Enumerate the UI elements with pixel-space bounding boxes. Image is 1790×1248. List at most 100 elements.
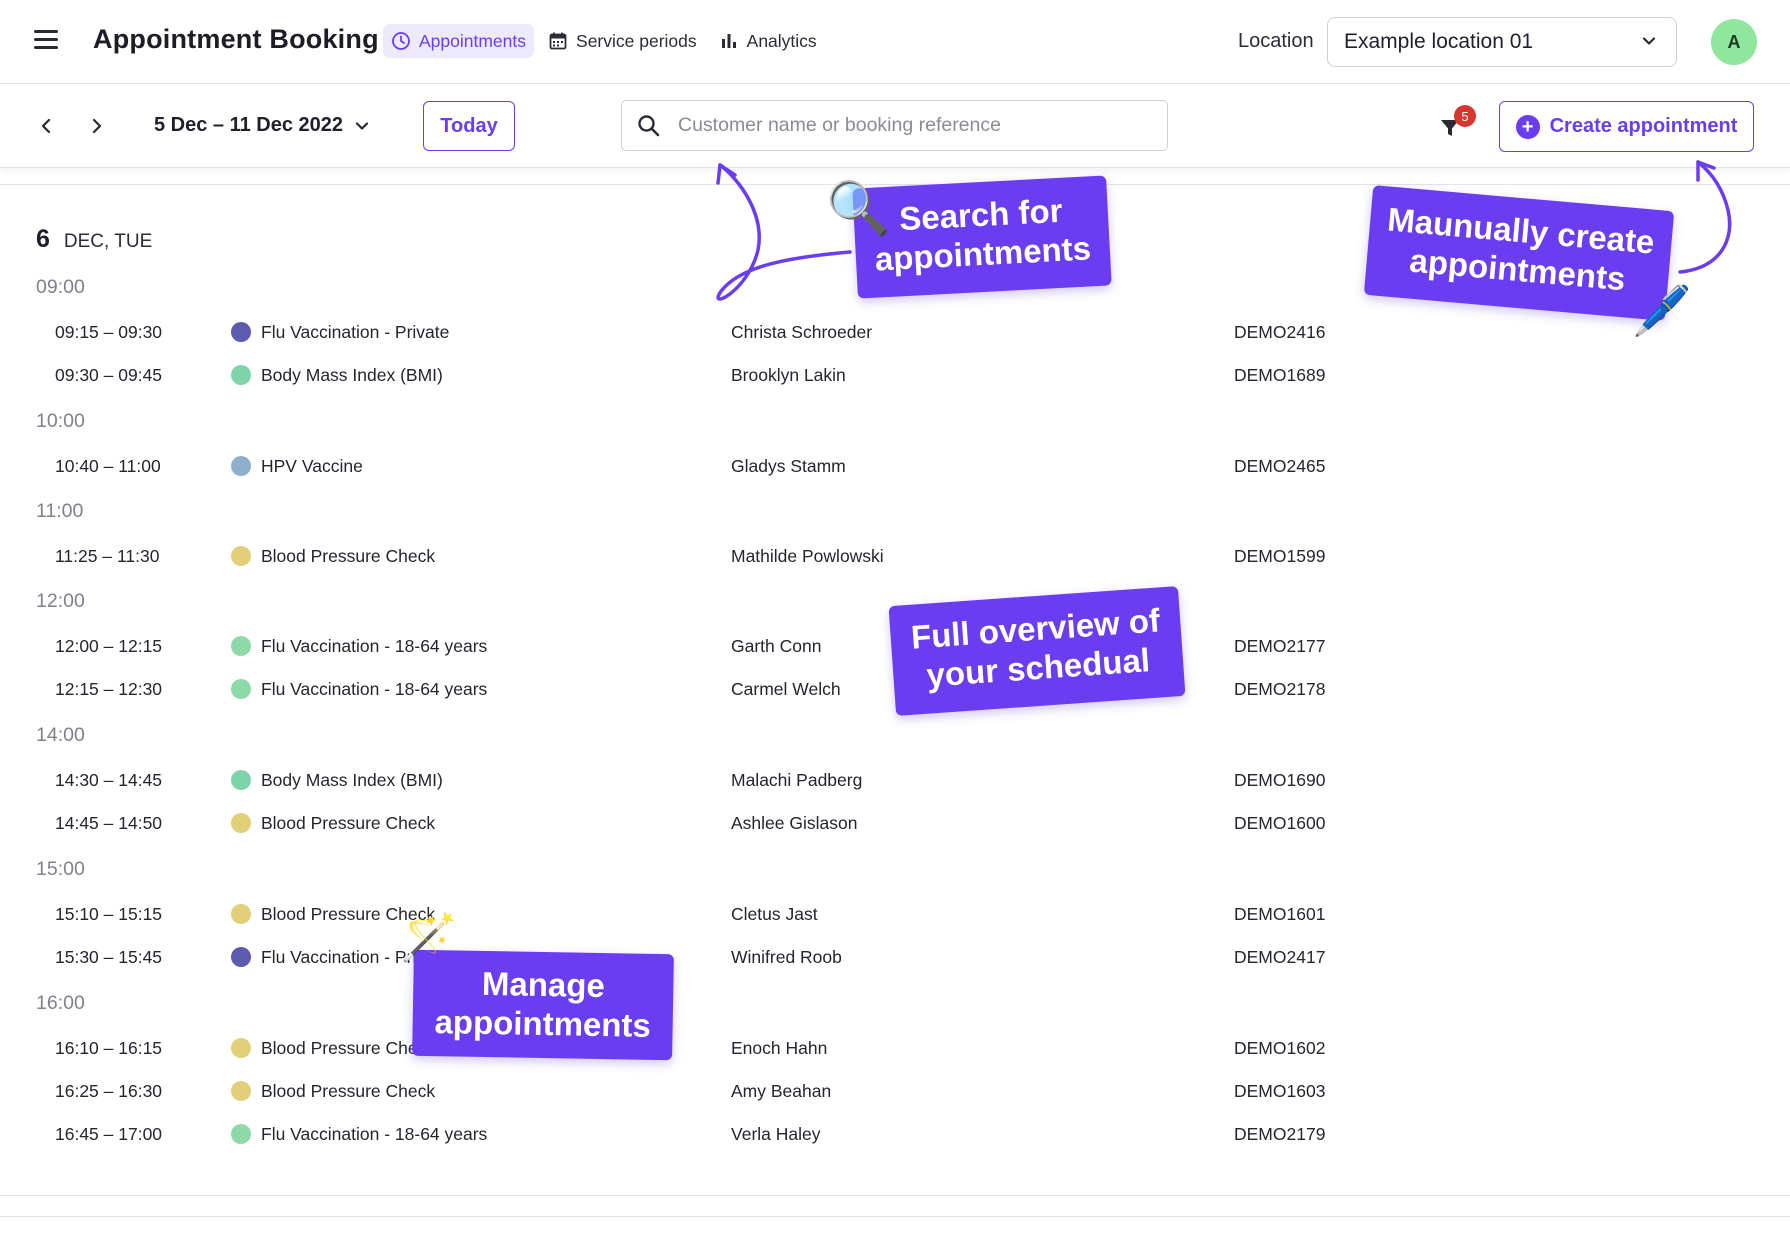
booking-reference: DEMO1603 bbox=[1234, 1080, 1326, 1101]
location-value: Example location 01 bbox=[1344, 30, 1534, 53]
appointment-service: Blood Pressure Check bbox=[231, 1038, 435, 1059]
service-color-dot bbox=[231, 770, 251, 790]
service-name: Blood Pressure Check bbox=[261, 812, 436, 833]
appointment-row[interactable]: 09:30 – 09:45 Body Mass Index (BMI) Brookl… bbox=[0, 357, 1790, 393]
divider bbox=[0, 1195, 1790, 1196]
date-range-picker[interactable]: 5 Dec – 11 Dec 2022 bbox=[154, 114, 371, 137]
customer-name: Cletus Jast bbox=[731, 903, 818, 924]
appointment-service: Flu Vaccination - 18-64 years bbox=[231, 1124, 487, 1145]
service-color-dot bbox=[231, 1038, 251, 1058]
clock-icon bbox=[392, 32, 410, 50]
appointment-row[interactable]: 10:40 – 11:00 HPV Vaccine Gladys Stamm DEMO… bbox=[0, 448, 1790, 484]
filter-button[interactable]: 5 bbox=[1439, 105, 1476, 141]
chevron-down-icon bbox=[355, 121, 369, 130]
chevron-down-icon bbox=[1642, 37, 1656, 45]
customer-name: Brooklyn Lakin bbox=[731, 364, 846, 385]
app-title: Appointment Booking bbox=[93, 24, 379, 54]
appointment-service: Flu Vaccination - 18-64 years bbox=[231, 636, 487, 657]
search-icon bbox=[638, 115, 660, 137]
customer-name: Christa Schroeder bbox=[731, 321, 873, 342]
appointment-time: 12:15 – 12:30 bbox=[55, 678, 163, 699]
avatar[interactable]: A bbox=[1711, 19, 1757, 65]
toolbar: 5 Dec – 11 Dec 2022 Today 5 + Create app… bbox=[0, 84, 1790, 168]
menu-icon[interactable] bbox=[34, 30, 58, 50]
appointment-time: 15:10 – 15:15 bbox=[55, 903, 163, 924]
day-number: 6 bbox=[36, 225, 50, 253]
nav-service-periods[interactable]: Service periods bbox=[540, 24, 705, 58]
appointment-row[interactable]: 15:30 – 15:45 Flu Vaccination - Private Wi… bbox=[0, 939, 1790, 975]
service-name: Blood Pressure Check bbox=[261, 903, 436, 924]
customer-name: Carmel Welch bbox=[731, 678, 841, 699]
customer-name: Garth Conn bbox=[731, 635, 822, 656]
appointment-time: 16:45 – 17:00 bbox=[55, 1123, 163, 1144]
hour-label: 10:00 bbox=[36, 410, 85, 432]
appointment-row[interactable]: 16:45 – 17:00 Flu Vaccination - 18-64 yea… bbox=[0, 1116, 1790, 1152]
booking-reference: DEMO2465 bbox=[1234, 455, 1326, 476]
appointment-time: 14:30 – 14:45 bbox=[55, 769, 163, 790]
bar-chart-icon bbox=[721, 34, 736, 48]
search-field[interactable] bbox=[621, 100, 1168, 151]
main-nav: Appointments Service periods Analytics bbox=[383, 24, 825, 58]
appointment-time: 11:25 – 11:30 bbox=[55, 545, 160, 566]
booking-reference: DEMO1689 bbox=[1234, 364, 1326, 385]
next-week-button[interactable] bbox=[85, 114, 109, 138]
appointment-service: Blood Pressure Check bbox=[231, 904, 435, 925]
appointment-time: 16:25 – 16:30 bbox=[55, 1080, 163, 1101]
appointment-row[interactable]: 11:25 – 11:30 Blood Pressure Check Mathild… bbox=[0, 538, 1790, 574]
service-color-dot bbox=[231, 636, 251, 656]
top-bar: Appointment Booking Appointments Service… bbox=[0, 0, 1790, 84]
hour-label: 16:00 bbox=[36, 992, 85, 1014]
booking-reference: DEMO1601 bbox=[1234, 903, 1326, 924]
location-select[interactable]: Example location 01 bbox=[1327, 17, 1677, 67]
service-name: Flu Vaccination - Private bbox=[261, 321, 450, 342]
appointment-time: 16:10 – 16:15 bbox=[55, 1037, 163, 1058]
service-color-dot bbox=[231, 904, 251, 924]
booking-reference: DEMO1602 bbox=[1234, 1037, 1326, 1058]
appointment-time: 12:00 – 12:15 bbox=[55, 635, 163, 656]
today-button[interactable]: Today bbox=[423, 101, 515, 151]
service-color-dot bbox=[231, 813, 251, 833]
appointment-row[interactable]: 16:10 – 16:15 Blood Pressure Check Enoch H… bbox=[0, 1030, 1790, 1066]
service-color-dot bbox=[231, 546, 251, 566]
booking-reference: DEMO2179 bbox=[1234, 1123, 1326, 1144]
appointment-service: Body Mass Index (BMI) bbox=[231, 770, 443, 791]
appointment-service: Blood Pressure Check bbox=[231, 813, 435, 834]
appointment-row[interactable]: 09:15 – 09:30 Flu Vaccination - Private Ch… bbox=[0, 314, 1790, 350]
customer-name: Ashlee Gislason bbox=[731, 812, 858, 833]
booking-reference: DEMO2177 bbox=[1234, 635, 1326, 656]
customer-name: Amy Beahan bbox=[731, 1080, 832, 1101]
customer-name: Mathilde Powlowski bbox=[731, 545, 884, 566]
appointment-time: 15:30 – 15:45 bbox=[55, 946, 163, 967]
search-input[interactable] bbox=[678, 114, 1167, 137]
booking-reference: DEMO1600 bbox=[1234, 812, 1326, 833]
service-color-dot bbox=[231, 365, 251, 385]
hour-label: 15:00 bbox=[36, 858, 85, 880]
service-color-dot bbox=[231, 947, 251, 967]
previous-week-button[interactable] bbox=[34, 114, 58, 138]
nav-service-periods-label: Service periods bbox=[576, 30, 697, 51]
appointment-row[interactable]: 14:30 – 14:45 Body Mass Index (BMI) Malach… bbox=[0, 762, 1790, 798]
customer-name: Malachi Padberg bbox=[731, 769, 863, 790]
divider bbox=[0, 184, 1790, 185]
booking-reference: DEMO2416 bbox=[1234, 321, 1326, 342]
appointment-service: Blood Pressure Check bbox=[231, 546, 435, 567]
booking-reference: DEMO2178 bbox=[1234, 678, 1326, 699]
service-color-dot bbox=[231, 322, 251, 342]
nav-appointments[interactable]: Appointments bbox=[383, 24, 535, 58]
appointment-row[interactable]: 15:10 – 15:15 Blood Pressure Check Cletus … bbox=[0, 896, 1790, 932]
nav-appointments-label: Appointments bbox=[419, 30, 527, 51]
appointment-row[interactable]: 16:25 – 16:30 Blood Pressure Check Amy Bea… bbox=[0, 1073, 1790, 1109]
appointment-row[interactable]: 14:45 – 14:50 Blood Pressure Check Ashlee … bbox=[0, 805, 1790, 841]
day-name: DEC, TUE bbox=[63, 231, 153, 252]
service-name: Flu Vaccination - 18-64 years bbox=[261, 635, 488, 656]
customer-name: Winifred Roob bbox=[731, 946, 842, 967]
appointment-time: 09:15 – 09:30 bbox=[55, 321, 163, 342]
calendar-icon bbox=[549, 32, 567, 50]
nav-analytics[interactable]: Analytics bbox=[711, 24, 825, 58]
service-color-dot bbox=[231, 679, 251, 699]
service-color-dot bbox=[231, 1124, 251, 1144]
hour-label: 14:00 bbox=[36, 724, 85, 746]
service-name: Flu Vaccination - 18-64 years bbox=[261, 1123, 488, 1144]
appointment-time: 10:40 – 11:00 bbox=[55, 455, 161, 476]
create-appointment-button[interactable]: + Create appointment bbox=[1499, 101, 1754, 152]
